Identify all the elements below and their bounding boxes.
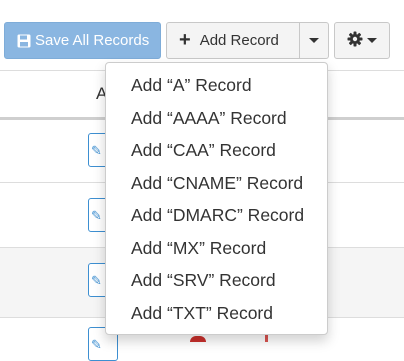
floppy-disk-icon xyxy=(17,34,31,48)
save-all-records-label: Save All Records xyxy=(35,32,150,49)
gear-icon xyxy=(347,31,363,51)
menu-item-add-a-record[interactable]: Add “A” Record xyxy=(106,69,327,101)
save-all-records-button[interactable]: Save All Records xyxy=(4,22,161,59)
menu-item-add-txt-record[interactable]: Add “TXT” Record xyxy=(106,297,327,329)
settings-button[interactable] xyxy=(334,22,390,59)
delete-icon xyxy=(190,336,206,342)
menu-item-add-caa-record[interactable]: Add “CAA” Record xyxy=(106,134,327,166)
menu-item-add-aaaa-record[interactable]: Add “AAAA” Record xyxy=(106,102,327,134)
add-record-button[interactable]: + Add Record xyxy=(166,22,300,59)
plus-icon: + xyxy=(179,28,191,51)
add-record-dropdown-toggle[interactable] xyxy=(299,22,329,59)
caret-down-icon xyxy=(309,38,319,43)
menu-item-add-srv-record[interactable]: Add “SRV” Record xyxy=(106,264,327,296)
pencil-icon: ✎ xyxy=(91,208,102,223)
menu-item-add-dmarc-record[interactable]: Add “DMARC” Record xyxy=(106,199,327,231)
add-record-menu: Add “A” Record Add “AAAA” Record Add “CA… xyxy=(105,62,328,335)
menu-item-add-cname-record[interactable]: Add “CNAME” Record xyxy=(106,167,327,199)
pencil-icon: ✎ xyxy=(91,143,102,158)
add-record-label: Add Record xyxy=(199,32,279,49)
menu-item-add-mx-record[interactable]: Add “MX” Record xyxy=(106,232,327,264)
pencil-icon: ✎ xyxy=(91,337,102,352)
pencil-icon: ✎ xyxy=(91,273,102,288)
caret-down-icon xyxy=(367,38,377,43)
